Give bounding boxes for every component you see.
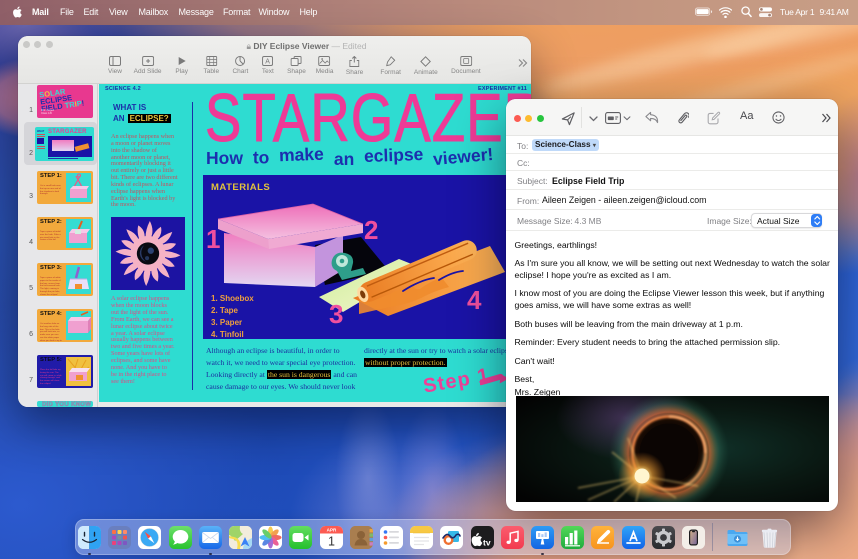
svg-text:APR: APR: [326, 528, 336, 533]
svg-text:2: 2: [364, 215, 378, 245]
svg-text:A: A: [266, 59, 271, 66]
svg-text:tv: tv: [483, 538, 491, 548]
svg-text:4: 4: [467, 285, 482, 315]
svg-text:1: 1: [328, 535, 335, 549]
svg-text:3: 3: [329, 299, 343, 329]
svg-text:1: 1: [206, 224, 220, 254]
